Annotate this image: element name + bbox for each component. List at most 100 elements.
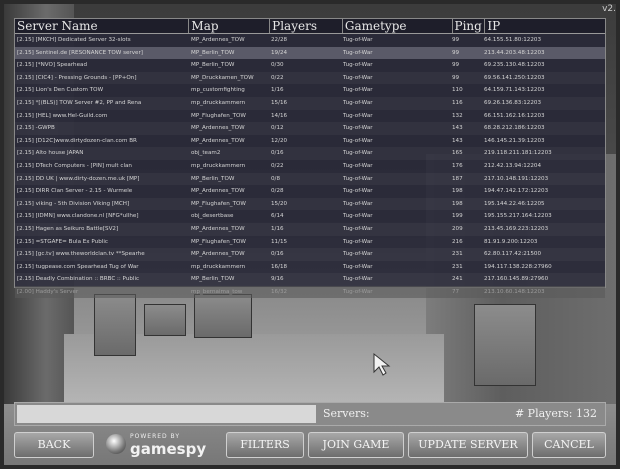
cell-players: 9/16 bbox=[271, 276, 284, 283]
cell-gametype: Tug-of-War bbox=[343, 150, 373, 157]
cell-ping: 199 bbox=[452, 213, 463, 220]
server-row[interactable]: [2.15] -GWPB MP_Ardennes_TOW 0/12 Tug-of-Wa… bbox=[15, 122, 605, 135]
server-row[interactable]: [2.15] DTech Computers - [PIN] mult clan… bbox=[15, 160, 605, 173]
cell-ip: 213.10.60.148:12203 bbox=[484, 288, 545, 295]
cell-map: MP_Flughafen_TOW bbox=[191, 112, 246, 119]
cell-ping: 110 bbox=[452, 87, 463, 94]
column-header-map[interactable]: Map bbox=[189, 19, 271, 33]
gamespy-ball-icon bbox=[106, 434, 126, 454]
cell-players: 19/24 bbox=[271, 49, 288, 56]
server-row[interactable]: [2.15] [gc.tv] www.theworldclan.tv **Spe… bbox=[15, 248, 605, 261]
cell-map: obj_desertbase bbox=[191, 213, 234, 220]
cell-ip: 68.28.212.186:12203 bbox=[484, 125, 545, 132]
cell-players: 1/16 bbox=[271, 225, 284, 232]
filters-button[interactable]: FILTERS bbox=[226, 432, 304, 458]
cell-map: mp_customfighting bbox=[191, 87, 245, 94]
cell-ping: 99 bbox=[452, 74, 460, 81]
update-server-button[interactable]: UPDATE SERVER bbox=[408, 432, 528, 458]
cell-ip: 146.145.21.39:12203 bbox=[484, 137, 545, 144]
server-row[interactable]: [2.15] [IDMN] www.clandone.nl [NFG*uIlhe… bbox=[15, 210, 605, 223]
button-bar: BACK POWERED BY gamespy FILTERS JOIN GAM… bbox=[14, 432, 606, 458]
cell-ping: 216 bbox=[452, 238, 463, 245]
cell-server-name: [2.15] DTech Computers - [PIN] mult clan bbox=[17, 162, 132, 169]
mouse-cursor-icon bbox=[373, 352, 391, 376]
cell-map: MP_Berlin_TOW bbox=[191, 49, 235, 56]
join-game-button[interactable]: JOIN GAME bbox=[308, 432, 404, 458]
server-row[interactable]: [2.15] *[(BLS)] TOW Server #2, PP and Re… bbox=[15, 96, 605, 110]
cell-ip: 69.235.130.48:12203 bbox=[484, 62, 545, 69]
column-header-players[interactable]: Players bbox=[270, 19, 343, 33]
server-row[interactable]: [2.15] DD UK | www.dirty-dozen.me.uk [MP… bbox=[15, 172, 605, 186]
servers-label: Servers: bbox=[323, 407, 370, 420]
cancel-button[interactable]: CANCEL bbox=[532, 432, 606, 458]
cell-ip: 62.80.117.42:21500 bbox=[484, 251, 542, 258]
cell-map: MP_Ardennes_TOW bbox=[191, 188, 245, 195]
cell-ip: 64.159.71.143:12203 bbox=[484, 87, 545, 94]
server-row[interactable]: [2.00] Haddy's Server mp_bernaima_tow 16/3… bbox=[15, 285, 605, 299]
cell-ping: 187 bbox=[452, 175, 463, 182]
cell-gametype: Tug-of-War bbox=[343, 288, 373, 295]
cell-gametype: Tug-of-War bbox=[343, 99, 373, 106]
cell-players: 0/22 bbox=[271, 74, 284, 81]
cell-map: MP_Ardennes_TOW bbox=[191, 37, 245, 43]
cell-players: 0/8 bbox=[271, 175, 281, 182]
cell-gametype: Tug-of-War bbox=[343, 238, 373, 245]
server-row[interactable]: [2.15] Deadly Combination :: BRBC :: Pub… bbox=[15, 273, 605, 286]
logo-gamespy: gamespy bbox=[130, 440, 207, 458]
column-header-gametype[interactable]: Gametype bbox=[343, 19, 453, 33]
column-header-ip[interactable]: IP bbox=[485, 19, 605, 33]
cell-ip: 66.151.162.16:12203 bbox=[484, 112, 545, 119]
column-header-server-name[interactable]: Server Name bbox=[15, 19, 190, 33]
server-row[interactable]: [2.15] DIRR Clan Server - 2.15 - Wurmele… bbox=[15, 185, 605, 198]
cell-ping: 241 bbox=[452, 276, 463, 283]
cell-ip: 194.47.142.172:12203 bbox=[484, 188, 549, 195]
cell-gametype: Tug-of-War bbox=[343, 49, 373, 56]
cell-ping: 231 bbox=[452, 251, 463, 258]
server-row[interactable]: [2.15] [MKCH] Dedicated Server 32-slots M… bbox=[15, 34, 605, 47]
cell-server-name: [2.15] [gc.tv] www.theworldclan.tv **Spe… bbox=[17, 251, 145, 258]
server-row[interactable]: [2.15] =STGAFE= Bula Ex Public MP_Flughaf… bbox=[15, 236, 605, 249]
cell-server-name: [2.15] DD UK | www.dirty-dozen.me.uk [MP… bbox=[17, 175, 140, 182]
cell-gametype: Tug-of-War bbox=[343, 175, 373, 182]
server-row[interactable]: [2.15] Sentinel.de [RESONANCE TOW server… bbox=[15, 46, 605, 60]
column-header-ping[interactable]: Ping bbox=[453, 19, 486, 33]
cell-server-name: [2.15] [D12C]www.dirtydozen-clan.com BR bbox=[17, 137, 137, 144]
server-row[interactable]: [2.15] viking - 5th Division Viking [MCH… bbox=[15, 197, 605, 211]
cell-players: 6/14 bbox=[271, 213, 284, 220]
background-crate bbox=[144, 304, 186, 336]
refresh-progress-bar bbox=[17, 405, 316, 423]
cell-ip: 219.118.211.181:12203 bbox=[484, 150, 552, 157]
cell-ping: 209 bbox=[452, 225, 463, 232]
cell-players: 15/20 bbox=[271, 200, 288, 207]
cell-server-name: [2.15] viking - 5th Division Viking [MCH… bbox=[17, 200, 130, 207]
server-row[interactable]: [2.15] [CIC4] - Pressing Grounds - [PP+O… bbox=[15, 71, 605, 85]
back-button[interactable]: BACK bbox=[14, 432, 94, 458]
cell-players: 0/28 bbox=[271, 188, 284, 195]
cell-ip: 212.42.13.94:12204 bbox=[484, 162, 542, 169]
server-row[interactable]: [2.15] Hagen as Seikuro Battle[SV2] MP_Ar… bbox=[15, 222, 605, 236]
cell-gametype: Tug-of-War bbox=[343, 263, 373, 270]
server-row[interactable]: [2.15] [D12C]www.dirtydozen-clan.com BR M… bbox=[15, 135, 605, 148]
version-label: v2. bbox=[602, 4, 616, 14]
cell-server-name: [2.15] tugpease.com Spearhead Tug of War bbox=[17, 263, 139, 270]
server-row[interactable]: [2.15] [*NVO] Spearhead MP_Berlin_TOW 0/30… bbox=[15, 59, 605, 72]
server-row[interactable]: [2.15] [HEL] www.Hel-Guild.com MP_Flughaf… bbox=[15, 110, 605, 123]
logo-powered-by: POWERED BY bbox=[130, 433, 181, 440]
server-list-header: Server Name Map Players Gametype Ping IP bbox=[15, 19, 605, 34]
cell-ping: 198 bbox=[452, 188, 463, 195]
cell-server-name: [2.15] =STGAFE= Bula Ex Public bbox=[17, 238, 108, 245]
cell-server-name: [2.15] -GWPB bbox=[17, 125, 55, 132]
server-row[interactable]: [2.15] tugpease.com Spearhead Tug of War… bbox=[15, 261, 605, 274]
cell-ping: 231 bbox=[452, 263, 463, 270]
cell-gametype: Tug-of-War bbox=[343, 225, 373, 232]
cell-ping: 176 bbox=[452, 162, 463, 169]
cell-map: MP_Berlin_TOW bbox=[191, 276, 235, 283]
cell-players: 1/16 bbox=[271, 87, 284, 94]
server-row[interactable]: [2.15] Alto house JAPAN obj_team2 0/16 Tug-… bbox=[15, 147, 605, 160]
cell-server-name: [2.15] [HEL] www.Hel-Guild.com bbox=[17, 112, 108, 119]
server-list[interactable]: Server Name Map Players Gametype Ping IP… bbox=[14, 18, 606, 299]
cell-ping: 77 bbox=[452, 288, 460, 295]
server-row[interactable]: [2.15] Lion's Den Custom TOW mp_customfig… bbox=[15, 84, 605, 97]
cell-players: 0/12 bbox=[271, 125, 284, 132]
cell-server-name: [2.15] Sentinel.de [RESONANCE TOW server… bbox=[17, 49, 143, 56]
